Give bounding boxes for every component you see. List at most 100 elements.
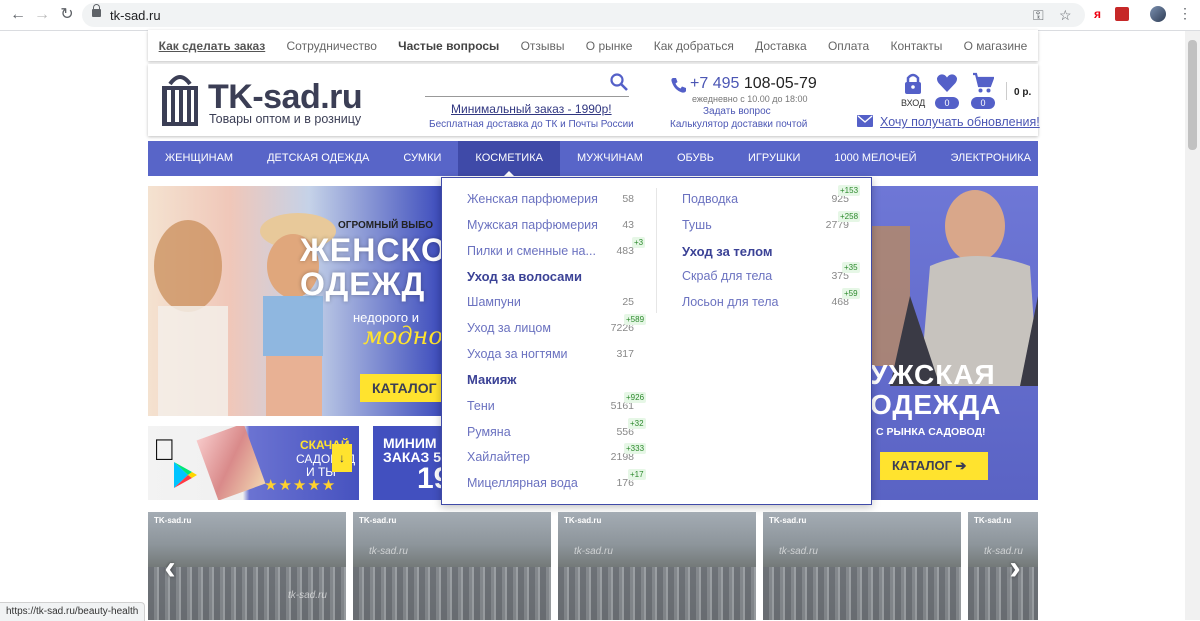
reload-icon[interactable]: ↻	[57, 5, 77, 25]
dropdown-item-mascara[interactable]: Тушь	[682, 218, 712, 232]
dropdown-item-body-scrub[interactable]: Скраб для тела	[682, 269, 772, 283]
app-download-banner[interactable]:  СКАЧАЙ САДОВОД И ТЫ ↓ ★★★★★	[148, 426, 359, 500]
thumbnail-logo: TK-sad.ru	[154, 516, 192, 525]
nav-item-kids[interactable]: ДЕТСКАЯ ОДЕЖДА	[250, 141, 386, 176]
dropdown-item-new-badge: +3	[632, 237, 646, 248]
forward-arrow-icon[interactable]: →	[32, 5, 52, 25]
top-link-how-to-order[interactable]: Как сделать заказ	[159, 39, 266, 53]
phone-digits: 108-05-79	[743, 75, 817, 92]
dropdown-item-eyeshadow[interactable]: Тени	[467, 399, 495, 413]
min-order-banner[interactable]: МИНИМ ЗАКАЗ 5 19	[373, 426, 441, 500]
phone-photo	[196, 426, 266, 500]
thumbnail-parking-area	[763, 567, 961, 620]
delivery-calculator-link[interactable]: Калькулятор доставки почтой	[670, 119, 807, 130]
top-links-bar: Как сделать заказ Сотрудничество Частые …	[148, 30, 1038, 61]
url-text[interactable]: tk-sad.ru	[110, 8, 161, 23]
profile-avatar[interactable]	[1150, 6, 1166, 22]
key-icon[interactable]: ⚿	[1033, 7, 1044, 24]
banner-right-catalog-button[interactable]: КАТАЛОГ ➔	[880, 452, 988, 480]
free-delivery-text: Бесплатная доставка до ТК и Почты России	[429, 119, 634, 130]
search-icon[interactable]	[610, 73, 628, 91]
dropdown-item-new-badge: +17	[628, 469, 646, 480]
dropdown-item-body-lotion[interactable]: Лосьон для тела	[682, 295, 778, 309]
cart-count-badge: 0	[971, 97, 995, 109]
ask-question-link[interactable]: Задать вопрос	[703, 106, 771, 117]
nav-item-men[interactable]: МУЖЧИНАМ	[560, 141, 660, 176]
logo-bag-icon[interactable]	[160, 72, 200, 128]
nav-item-bags[interactable]: СУМКИ	[386, 141, 458, 176]
carousel-next-arrow-icon[interactable]: ›	[997, 545, 1033, 591]
dropdown-heading-hair-care[interactable]: Уход за волосами	[467, 269, 582, 284]
login-label[interactable]: ВХОД	[901, 98, 925, 108]
scrollbar-thumb[interactable]	[1188, 40, 1197, 150]
women-clothing-banner[interactable]: ОГРОМНЫЙ ВЫБО ЖЕНСКО ОДЕЖД недорого и мо…	[148, 186, 441, 416]
dropdown-item-nail-care[interactable]: Ухода за ногтями	[467, 347, 568, 361]
dropdown-item-face-care[interactable]: Уход за лицом	[467, 321, 551, 335]
top-link-payment[interactable]: Оплата	[828, 39, 869, 53]
working-hours: ежедневно с 10.00 до 18:00	[692, 94, 808, 104]
dropdown-heading-body-care[interactable]: Уход за телом	[682, 244, 773, 259]
top-link-delivery[interactable]: Доставка	[755, 39, 807, 53]
phone-icon	[671, 78, 686, 93]
market-photo-thumbnail[interactable]: TK-sad.ru tk-sad.ru	[558, 512, 756, 620]
heart-favorites-icon[interactable]	[936, 72, 958, 94]
banner-right-line3: С РЫНКА САДОВОД!	[876, 426, 986, 438]
top-link-contacts[interactable]: Контакты	[890, 39, 942, 53]
nav-item-electronics[interactable]: ЭЛЕКТРОНИКА	[934, 141, 1048, 176]
nav-item-women[interactable]: ЖЕНЩИНАМ	[148, 141, 250, 176]
dropdown-item-womens-perfume[interactable]: Женская парфюмерия	[467, 192, 598, 206]
bookmark-star-icon[interactable]: ☆	[1059, 7, 1072, 24]
download-arrow-icon[interactable]: ↓	[332, 444, 352, 472]
cart-sum[interactable]: 0 р.	[1014, 87, 1031, 98]
top-link-about-shop[interactable]: О магазине	[964, 39, 1028, 53]
dropdown-item-new-badge: +32	[628, 418, 646, 429]
banner-left-line2: ЖЕНСКО	[300, 232, 441, 268]
banner-left-catalog-button[interactable]: КАТАЛОГ	[360, 374, 441, 402]
lock-icon	[92, 4, 101, 17]
nav-item-misc[interactable]: 1000 МЕЛОЧЕЙ	[817, 141, 933, 176]
phone-number[interactable]: +7 495 108-05-79	[690, 75, 817, 93]
dropdown-item-new-badge: +59	[842, 288, 860, 299]
yandex-extension-icon[interactable]: я	[1094, 7, 1101, 21]
thumbnail-watermark: tk-sad.ru	[288, 590, 327, 601]
cart-icon[interactable]	[972, 72, 994, 94]
nav-item-shoes[interactable]: ОБУВЬ	[660, 141, 731, 176]
thumbnail-watermark: tk-sad.ru	[369, 546, 408, 557]
dropdown-item-eyeliner[interactable]: Подводка	[682, 192, 738, 206]
dropdown-item-new-badge: +35	[842, 262, 860, 273]
address-bar[interactable]	[82, 3, 1085, 27]
carousel-prev-arrow-icon[interactable]: ‹	[152, 545, 188, 591]
market-photo-thumbnail[interactable]: TK-sad.ru tk-sad.ru	[353, 512, 551, 620]
back-arrow-icon[interactable]: ←	[8, 5, 28, 25]
men-clothing-banner[interactable]: УЖСКАЯ ОДЕЖДА С РЫНКА САДОВОД! КАТАЛОГ ➔	[870, 186, 1038, 500]
pdf-extension-icon[interactable]	[1115, 7, 1129, 21]
dropdown-item-new-badge: +589	[624, 314, 647, 325]
top-link-cooperation[interactable]: Сотрудничество	[287, 39, 377, 53]
lock-login-icon[interactable]	[902, 72, 924, 94]
dropdown-item-nail-files[interactable]: Пилки и сменные на...	[467, 244, 596, 258]
subscribe-link[interactable]: Хочу получать обновления!	[880, 115, 1040, 129]
market-photo-thumbnail[interactable]: TK-sad.ru tk-sad.ru	[763, 512, 961, 620]
menu-dots-icon[interactable]: ⋮	[1178, 5, 1192, 22]
favorites-count-badge: 0	[935, 97, 959, 109]
top-link-reviews[interactable]: Отзывы	[521, 39, 565, 53]
dropdown-item-highlighter[interactable]: Хайлайтер	[467, 450, 530, 464]
min-order-link[interactable]: Минимальный заказ - 1990р!	[451, 102, 612, 116]
thumbnail-logo: TK-sad.ru	[359, 516, 397, 525]
top-link-faq[interactable]: Частые вопросы	[398, 39, 499, 53]
search-input[interactable]	[425, 96, 629, 97]
thumbnail-parking-area	[558, 567, 756, 620]
nav-item-toys[interactable]: ИГРУШКИ	[731, 141, 817, 176]
banner-left-line3: ОДЕЖД	[300, 266, 426, 302]
dropdown-item-blush[interactable]: Румяна	[467, 425, 511, 439]
thumbnail-parking-area	[353, 567, 551, 620]
dropdown-item-micellar-water[interactable]: Мицеллярная вода	[467, 476, 578, 490]
top-link-about-market[interactable]: О рынке	[586, 39, 633, 53]
dropdown-item-mens-perfume[interactable]: Мужская парфюмерия	[467, 218, 598, 232]
top-link-directions[interactable]: Как добраться	[654, 39, 734, 53]
main-nav: ЖЕНЩИНАМ ДЕТСКАЯ ОДЕЖДА СУМКИ КОСМЕТИКА …	[148, 141, 1038, 177]
dropdown-heading-makeup[interactable]: Макияж	[467, 372, 517, 387]
dropdown-item-shampoo[interactable]: Шампуни	[467, 295, 521, 309]
nav-item-cosmetics[interactable]: КОСМЕТИКА	[458, 141, 560, 177]
dropdown-item-count: 43	[622, 219, 634, 231]
